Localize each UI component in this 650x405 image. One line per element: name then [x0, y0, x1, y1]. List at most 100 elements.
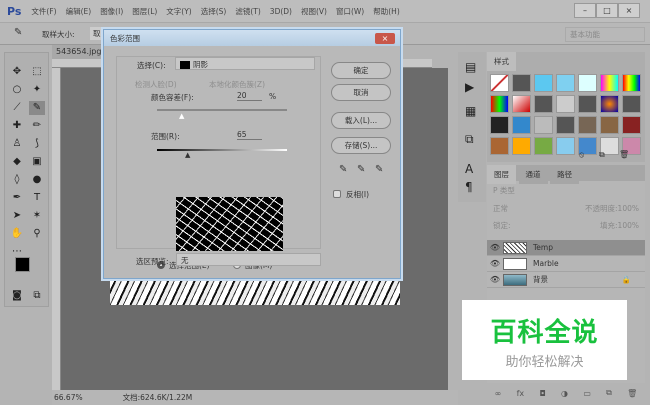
eyedropper-tool-icon[interactable]: ✎ [29, 101, 45, 115]
style-swatch[interactable] [556, 95, 575, 113]
menu-select[interactable]: 选择(S) [201, 6, 227, 17]
fuzziness-slider[interactable] [157, 109, 287, 111]
menu-edit[interactable]: 编辑(E) [66, 6, 92, 17]
quick-mask-icon[interactable]: ◙ [9, 289, 25, 303]
shape-tool-icon[interactable]: ✶ [29, 209, 45, 223]
style-swatch[interactable] [490, 74, 509, 92]
properties-panel-icon[interactable]: ▦ [465, 104, 476, 118]
menu-layer[interactable]: 图层(L) [132, 6, 157, 17]
style-swatch[interactable] [600, 116, 619, 134]
character-panel-icon[interactable]: A [465, 162, 473, 176]
tab-styles[interactable]: 样式 [487, 52, 516, 71]
lasso-tool-icon[interactable]: ○ [9, 83, 25, 97]
style-swatch[interactable] [534, 137, 553, 155]
ok-button[interactable]: 确定 [331, 62, 391, 79]
history-brush-icon[interactable]: ⟆ [29, 137, 45, 151]
detect-faces-checkbox[interactable]: 检测人脸(D) [135, 79, 177, 90]
layer-row-marble[interactable]: 👁 Marble [487, 256, 645, 272]
dodge-tool-icon[interactable]: ● [29, 173, 45, 187]
dialog-close-button[interactable]: × [375, 33, 395, 44]
select-dropdown[interactable]: 阴影 [175, 57, 315, 70]
style-swatch[interactable] [490, 116, 509, 134]
style-swatch[interactable] [534, 95, 553, 113]
hand-tool-icon[interactable]: ✋ [9, 227, 25, 241]
style-swatch[interactable] [490, 95, 509, 113]
eyedropper-icon[interactable]: ✎ [14, 27, 22, 38]
eraser-tool-icon[interactable]: ◆ [9, 155, 25, 169]
mask-icon[interactable]: ◘ [539, 389, 545, 398]
clear-style-icon[interactable]: ⦸ [579, 150, 584, 160]
move-tool-icon[interactable]: ✥ [9, 65, 25, 79]
actions-play-icon[interactable]: ▶ [465, 80, 474, 94]
style-swatch[interactable] [622, 116, 641, 134]
path-select-icon[interactable]: ➤ [9, 209, 25, 223]
style-swatch[interactable] [534, 116, 553, 134]
eyedropper-plus-icon[interactable]: ✎ [357, 164, 365, 175]
localized-clusters-checkbox[interactable]: 本地化颜色簇(Z) [209, 79, 265, 90]
style-swatch[interactable] [512, 116, 531, 134]
menu-type[interactable]: 文字(Y) [166, 6, 191, 17]
menu-image[interactable]: 图像(I) [100, 6, 123, 17]
layer-row-background[interactable]: 👁 背景 🔒 [487, 272, 645, 288]
style-swatch[interactable] [600, 95, 619, 113]
minimize-button[interactable]: – [574, 3, 596, 18]
screen-mode-icon[interactable]: ⧉ [29, 289, 45, 303]
menu-window[interactable]: 窗口(W) [336, 6, 364, 17]
link-icon[interactable]: ∞ [495, 389, 502, 398]
type-tool-icon[interactable]: T [29, 191, 45, 205]
style-swatch[interactable] [556, 116, 575, 134]
range-input[interactable]: 65 [237, 130, 262, 140]
clone-source-icon[interactable]: ⧉ [465, 132, 474, 147]
fuzziness-input[interactable]: 20 [237, 91, 262, 101]
healing-tool-icon[interactable]: ✚ [9, 119, 25, 133]
style-swatch[interactable] [578, 95, 597, 113]
tab-channels[interactable]: 通道 [518, 165, 548, 184]
visibility-eye-icon[interactable]: 👁 [487, 275, 503, 284]
cancel-button[interactable]: 取消 [331, 84, 391, 101]
close-button[interactable]: × [618, 3, 640, 18]
range-slider[interactable] [157, 149, 287, 151]
style-swatch[interactable] [512, 137, 531, 155]
workspace-select[interactable]: 基本功能 [565, 27, 645, 42]
blur-tool-icon[interactable]: ◊ [9, 173, 25, 187]
visibility-eye-icon[interactable]: 👁 [487, 259, 503, 268]
folder-icon[interactable]: ▭ [583, 389, 591, 398]
opacity-value[interactable]: 100% [618, 204, 639, 213]
trash-icon[interactable]: 🗑 [627, 389, 637, 398]
style-swatch[interactable] [578, 74, 597, 92]
zoom-level[interactable]: 66.67% [54, 393, 83, 402]
fx-icon[interactable]: fx [517, 389, 525, 398]
fuzziness-slider-handle[interactable]: ▲ [179, 112, 184, 120]
selection-preview-select[interactable]: 无 [176, 253, 321, 266]
blend-mode-select[interactable]: 正常 [493, 203, 508, 214]
style-swatch[interactable] [622, 95, 641, 113]
menu-help[interactable]: 帮助(H) [373, 6, 400, 17]
new-layer-icon[interactable]: ⧉ [606, 388, 612, 398]
load-button[interactable]: 载入(L)... [331, 112, 391, 129]
crop-tool-icon[interactable]: ⟋ [9, 101, 25, 115]
brush-tool-icon[interactable]: ✏ [29, 119, 45, 133]
save-button[interactable]: 存储(S)... [331, 137, 391, 154]
zoom-tool-icon[interactable]: ⚲ [29, 227, 45, 241]
history-panel-icon[interactable]: ▤ [465, 60, 476, 74]
eyedropper-icon[interactable]: ✎ [339, 164, 347, 175]
menu-file[interactable]: 文件(F) [31, 6, 56, 17]
style-swatch[interactable] [556, 137, 575, 155]
style-swatch[interactable] [512, 95, 531, 113]
sample-size-select[interactable]: 取 [90, 27, 104, 40]
layer-row-temp[interactable]: 👁 Temp [487, 240, 645, 256]
style-swatch[interactable] [490, 137, 509, 155]
tab-paths[interactable]: 路径 [550, 165, 580, 184]
marquee-tool-icon[interactable]: ⬚ [29, 65, 45, 79]
style-swatch[interactable] [534, 74, 553, 92]
range-slider-handle[interactable]: ▲ [185, 151, 190, 159]
paragraph-panel-icon[interactable]: ¶ [465, 180, 473, 194]
style-swatch[interactable] [578, 116, 597, 134]
adjustment-icon[interactable]: ◑ [561, 389, 568, 398]
menu-view[interactable]: 视图(V) [301, 6, 327, 17]
maximize-button[interactable]: □ [596, 3, 618, 18]
stamp-tool-icon[interactable]: ♙ [9, 137, 25, 151]
new-style-icon[interactable]: ⧉ [599, 150, 605, 160]
invert-checkbox[interactable] [333, 190, 341, 198]
document-tab[interactable]: 543654.jpg [52, 45, 107, 59]
